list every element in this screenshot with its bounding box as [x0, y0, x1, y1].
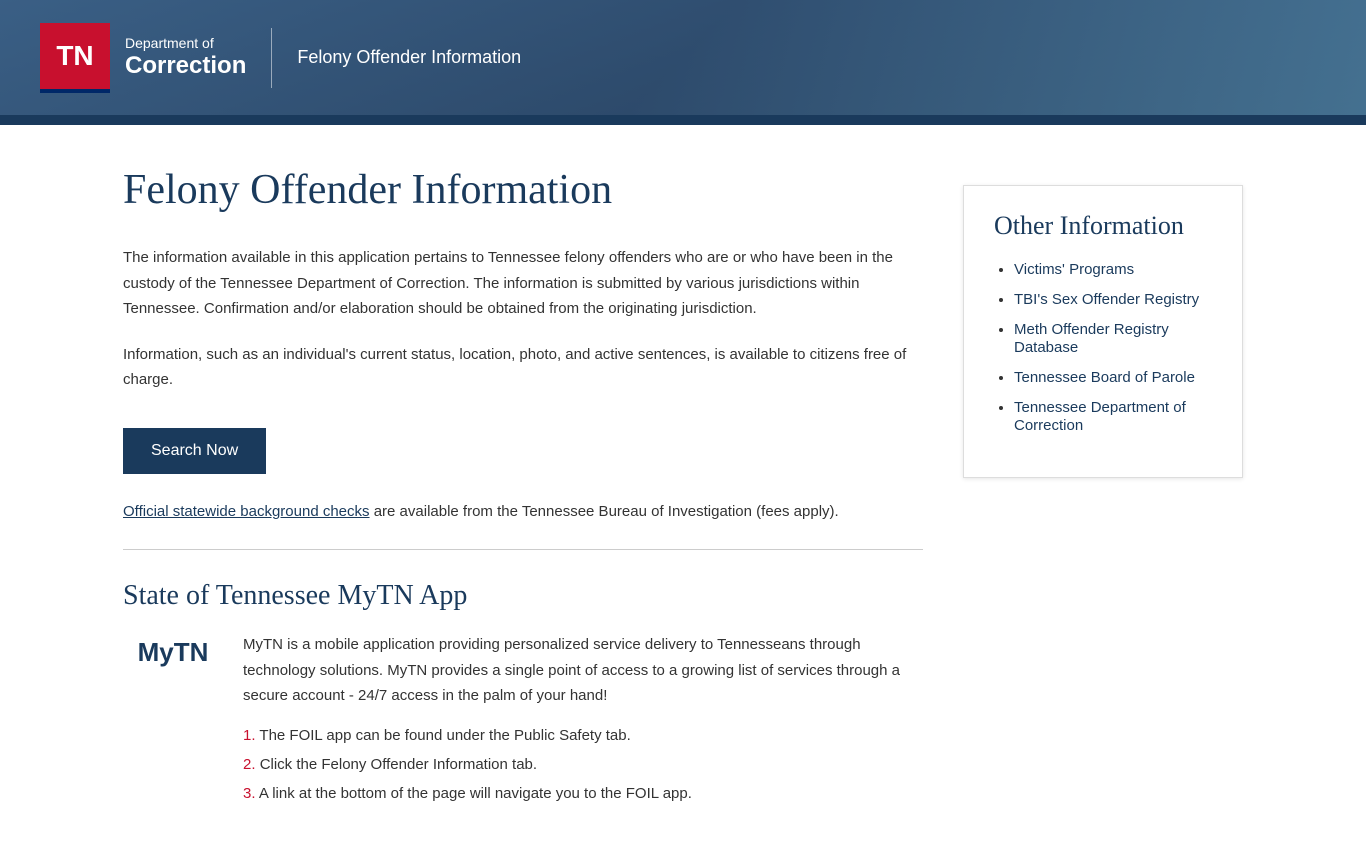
other-info-link[interactable]: Victims' Programs: [1014, 261, 1134, 278]
background-check-text: Official statewide background checks are…: [123, 499, 923, 525]
other-info-list: Victims' Programs TBI's Sex Offender Regi…: [994, 261, 1212, 435]
other-info-link[interactable]: Meth Offender Registry Database: [1014, 321, 1169, 356]
other-info-box: Other Information Victims' Programs TBI's…: [963, 185, 1243, 478]
other-info-link[interactable]: Tennessee Board of Parole: [1014, 369, 1195, 386]
tn-logo: TN: [40, 23, 110, 93]
mytn-logo-text: MyTN: [123, 632, 223, 668]
site-header: TN Department of Correction Felony Offen…: [0, 0, 1366, 115]
header-divider: [271, 28, 272, 88]
other-info-link[interactable]: Tennessee Department of Correction: [1014, 399, 1186, 434]
list-item: Click the Felony Offender Information ta…: [243, 753, 923, 777]
list-item: The FOIL app can be found under the Publ…: [243, 724, 923, 748]
list-item: A link at the bottom of the page will na…: [243, 782, 923, 806]
department-name: Department of Correction: [125, 35, 246, 81]
description-paragraph-2: Information, such as an individual's cur…: [123, 342, 923, 393]
other-info-link[interactable]: TBI's Sex Offender Registry: [1014, 291, 1199, 308]
mytn-description-block: MyTN is a mobile application providing p…: [243, 632, 923, 811]
list-item: Tennessee Department of Correction: [1014, 399, 1212, 435]
sidebar: Other Information Victims' Programs TBI's…: [963, 185, 1243, 811]
list-item: Victims' Programs: [1014, 261, 1212, 279]
search-now-button[interactable]: Search Now: [123, 428, 266, 474]
dept-of-label: Department of: [125, 35, 246, 52]
mytn-description-text: MyTN is a mobile application providing p…: [243, 632, 923, 709]
section-divider: [123, 549, 923, 550]
nav-bar: [0, 115, 1366, 125]
page-heading: Felony Offender Information: [123, 165, 923, 215]
mytn-app-block: MyTN MyTN is a mobile application provid…: [123, 632, 923, 811]
header-page-title: Felony Offender Information: [297, 47, 521, 68]
mytn-steps-list: The FOIL app can be found under the Publ…: [243, 724, 923, 806]
main-container: Felony Offender Information The informat…: [83, 125, 1283, 851]
list-item: Meth Offender Registry Database: [1014, 321, 1212, 357]
background-check-link[interactable]: Official statewide background checks: [123, 503, 370, 520]
background-check-suffix: are available from the Tennessee Bureau …: [370, 503, 839, 520]
mytn-section-title: State of Tennessee MyTN App: [123, 580, 923, 612]
main-content: Felony Offender Information The informat…: [123, 165, 923, 811]
list-item: TBI's Sex Offender Registry: [1014, 291, 1212, 309]
other-info-title: Other Information: [994, 211, 1212, 241]
description-paragraph-1: The information available in this applic…: [123, 245, 923, 322]
list-item: Tennessee Board of Parole: [1014, 369, 1212, 387]
dept-correction-label: Correction: [125, 52, 246, 81]
